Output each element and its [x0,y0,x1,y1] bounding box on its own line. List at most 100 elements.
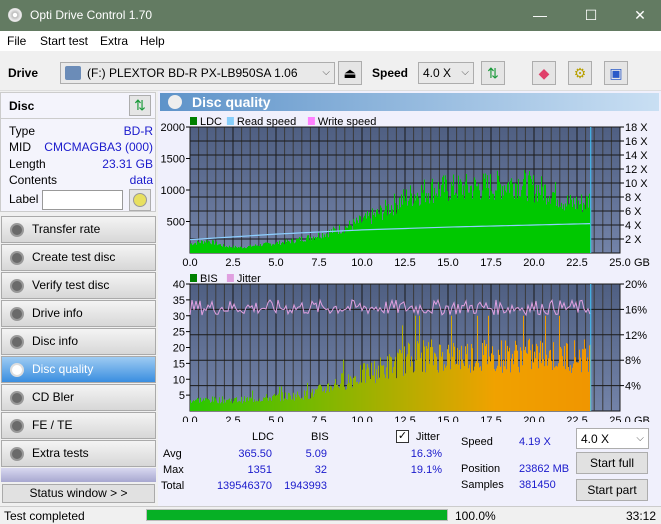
status-text: Test completed [4,509,85,523]
y-tick-label: 25 [173,327,185,339]
x-tick-label: 20.0 [523,415,544,422]
nav-disc-quality[interactable]: Disc quality [1,356,156,383]
progress-text: 100.0% [455,509,496,523]
y-tick-label: 30 [173,311,185,323]
x-tick-label: 25.0 [609,257,630,269]
speed-label: Speed [461,436,493,448]
disc-icon [10,363,24,377]
nav-verify-test-disc[interactable]: Verify test disc [1,272,156,299]
drive-value: (F:) PLEXTOR BD-R PX-LB950SA 1.06 [87,66,298,80]
col-bis: BIS [311,431,329,443]
drive-label: Drive [8,66,39,80]
menu-file[interactable]: File [7,34,26,48]
x-tick-label: 2.5 [225,415,240,422]
speed-value: 4.0 X [423,66,452,80]
minimize-button[interactable]: — [525,4,555,26]
start-part-button[interactable]: Start part [576,479,648,501]
y2-tick-label: 16 X [625,136,648,148]
menu-extra[interactable]: Extra [100,34,128,48]
test-speed-select[interactable]: 4.0 X ⌵ [576,428,649,449]
avg-ldc: 365.50 [238,448,272,460]
total-ldc: 139546370 [216,480,272,492]
refresh-button[interactable]: ⇅ [481,61,505,85]
max-jitter: 19.1% [410,464,442,476]
y2-tick-label: 8 X [625,192,642,204]
jitter-checkbox[interactable]: ✓ [396,430,409,443]
nav-disc-info[interactable]: Disc info [1,328,156,355]
avg-label: Avg [163,448,182,460]
disc-icon [133,193,147,207]
nav-fe-te[interactable]: FE / TE [1,412,156,439]
y-tick-label: 35 [173,295,185,307]
drive-icon [65,66,81,80]
x-tick-label: 15.0 [437,415,458,422]
disc-quality-header: Disc quality [160,93,659,111]
nav-extra-tests[interactable]: Extra tests [1,440,156,467]
legend-label: LDC [200,116,222,128]
max-bis: 32 [314,464,327,476]
disc-icon [10,391,24,405]
y-tick-label: 1500 [161,154,185,166]
x-unit-label: GB [634,257,650,269]
status-window-button[interactable]: Status window > > [2,484,155,503]
type-value: BD-R [123,124,153,138]
nav-drive-info[interactable]: Drive info [1,300,156,327]
legend-swatch [307,117,315,125]
disc-icon [10,279,24,293]
eject-icon: ⏏ [343,65,357,81]
test-speed-value: 4.0 X [581,432,610,446]
samples-label: Samples [461,479,504,491]
nav-label: CD Bler [32,390,75,404]
gears-icon: ⚙ [573,65,587,81]
maximize-button[interactable]: ☐ [576,4,606,26]
x-tick-label: 10.0 [351,415,372,422]
start-full-button[interactable]: Start full [576,452,648,474]
x-tick-label: 7.5 [311,257,326,269]
menu-help[interactable]: Help [140,34,165,48]
nav-label: Disc quality [32,362,94,376]
app-icon [8,8,22,22]
x-tick-label: 2.5 [225,257,240,269]
x-tick-label: 22.5 [566,415,587,422]
save-button[interactable]: ▣ [604,61,628,85]
x-tick-label: 10.0 [351,257,372,269]
nav-label: Create test disc [32,250,116,264]
avg-jitter: 16.3% [410,448,442,460]
label-input[interactable] [42,190,123,210]
erase-button[interactable]: ◆ [532,61,556,85]
window-title: Opti Drive Control 1.70 [30,8,153,22]
y-tick-label: 20 [173,343,185,355]
nav-create-test-disc[interactable]: Create test disc [1,244,156,271]
disc-refresh-button[interactable]: ⇅ [129,95,151,116]
y2-tick-label: 2 X [625,234,642,246]
nav-cd-bler[interactable]: CD Bler [1,384,156,411]
speed-select[interactable]: 4.0 X ⌵ [418,62,474,84]
type-label: Type [9,124,36,138]
x-tick-label: 25.0 [609,415,630,422]
y2-tick-label: 4 X [625,220,642,232]
total-label: Total [161,480,185,492]
menu-start-test[interactable]: Start test [40,34,88,48]
y-tick-label: 1000 [161,185,185,197]
settings-button[interactable]: ⚙ [568,61,592,85]
x-tick-label: 22.5 [566,257,587,269]
y-tick-label: 5 [179,390,185,402]
label-disc-button[interactable] [129,189,151,211]
speed-value: 4.19 X [519,436,551,448]
nav-label: Verify test disc [32,278,110,292]
y-tick-label: 15 [173,358,185,370]
drive-select[interactable]: (F:) PLEXTOR BD-R PX-LB950SA 1.06 ⌵ [60,62,335,84]
progress-fill [147,510,447,520]
x-unit-label: GB [634,415,650,422]
x-tick-label: 15.0 [437,257,458,269]
nav-transfer-rate[interactable]: Transfer rate [1,216,156,243]
y-tick-label: 2000 [161,122,185,134]
legend-swatch [226,117,234,125]
close-button[interactable]: ✕ [625,4,655,26]
nav-label: FE / TE [32,418,73,432]
floppy-icon: ▣ [609,65,623,81]
legend-label: Write speed [318,116,377,128]
disc-icon [10,335,24,349]
eject-button[interactable]: ⏏ [338,61,362,85]
x-tick-label: 0.0 [182,415,197,422]
